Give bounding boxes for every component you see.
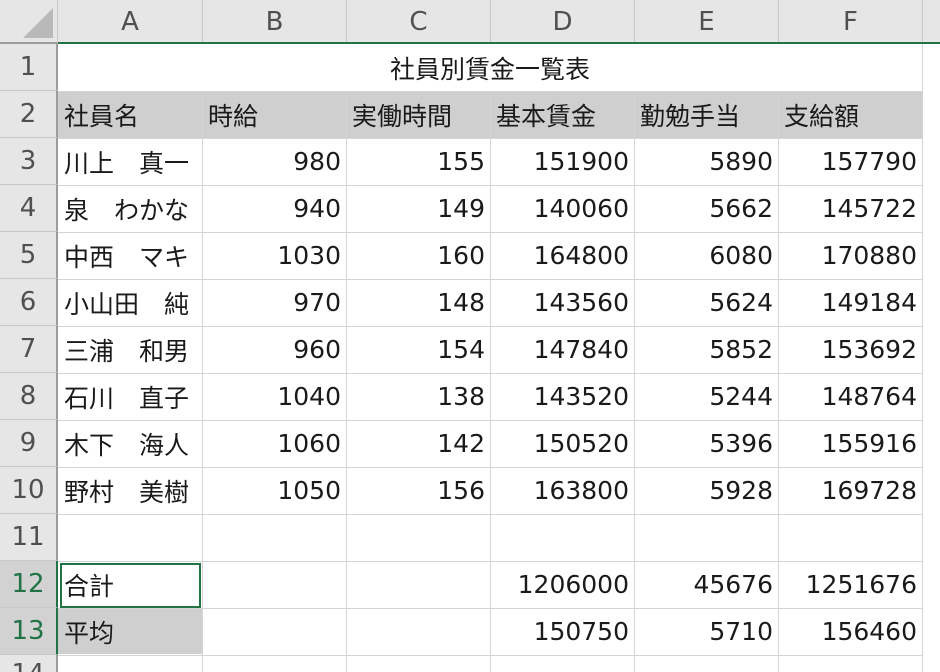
cell-hours[interactable]: 149	[346, 185, 490, 232]
cell-wage[interactable]: 980	[202, 138, 346, 185]
row-header-13[interactable]: 13	[0, 608, 58, 655]
cell-hours[interactable]: 138	[346, 373, 490, 420]
row-header-12[interactable]: 12	[0, 561, 58, 608]
column-header-b[interactable]: B	[203, 0, 347, 44]
cell-base-wage[interactable]: 143560	[490, 279, 634, 326]
cell-bonus[interactable]: 5624	[634, 279, 778, 326]
cell-hours[interactable]: 148	[346, 279, 490, 326]
cell-base-wage[interactable]: 147840	[490, 326, 634, 373]
column-header-e[interactable]: E	[635, 0, 779, 44]
column-header-g[interactable]	[923, 0, 940, 44]
cell-hours[interactable]: 160	[346, 232, 490, 279]
cell-bonus[interactable]: 6080	[634, 232, 778, 279]
cell-bonus[interactable]: 5244	[634, 373, 778, 420]
row-header-8[interactable]: 8	[0, 373, 58, 420]
cell-name[interactable]: 三浦 和男	[58, 326, 202, 373]
row-header-14[interactable]: 14	[0, 655, 58, 672]
cell-base-wage[interactable]: 143520	[490, 373, 634, 420]
cell-hours[interactable]: 154	[346, 326, 490, 373]
cell-bonus[interactable]: 5662	[634, 185, 778, 232]
row-header-4[interactable]: 4	[0, 185, 58, 232]
cell-pay[interactable]: 170880	[778, 232, 922, 279]
cell-wage[interactable]: 970	[202, 279, 346, 326]
cell-bonus[interactable]: 5396	[634, 420, 778, 467]
average-pay[interactable]: 156460	[778, 608, 922, 655]
cell-name[interactable]: 木下 海人	[58, 420, 202, 467]
cell-base-wage[interactable]: 150520	[490, 420, 634, 467]
cell-wage[interactable]: 960	[202, 326, 346, 373]
total-bonus[interactable]: 45676	[634, 561, 778, 608]
row-header-1[interactable]: 1	[0, 44, 58, 91]
cell-name[interactable]: 中西 マキ	[58, 232, 202, 279]
cell-pay[interactable]: 149184	[778, 279, 922, 326]
gridline	[922, 44, 923, 672]
cell-name[interactable]: 泉 わかな	[58, 185, 202, 232]
row-header-9[interactable]: 9	[0, 420, 58, 467]
cell-name[interactable]: 川上 真一	[58, 138, 202, 185]
header-pay[interactable]: 支給額	[778, 91, 922, 138]
cell-name[interactable]: 野村 美樹	[58, 467, 202, 514]
row-header-7[interactable]: 7	[0, 326, 58, 373]
select-all-button[interactable]	[0, 0, 58, 44]
cell-wage[interactable]: 1030	[202, 232, 346, 279]
cell-base-wage[interactable]: 151900	[490, 138, 634, 185]
cell-base-wage[interactable]: 140060	[490, 185, 634, 232]
row-header-6[interactable]: 6	[0, 279, 58, 326]
cell-wage[interactable]: 940	[202, 185, 346, 232]
cell-wage[interactable]: 1050	[202, 467, 346, 514]
cell-name[interactable]: 石川 直子	[58, 373, 202, 420]
average-bonus[interactable]: 5710	[634, 608, 778, 655]
cell-base-wage[interactable]: 163800	[490, 467, 634, 514]
header-bonus[interactable]: 勤勉手当	[634, 91, 778, 138]
spreadsheet: A B C D E F 1 2 3 4 5 6 7 8 9 10 11 12 1…	[0, 0, 940, 672]
row-header-2[interactable]: 2	[0, 91, 58, 138]
header-wage[interactable]: 時給	[202, 91, 346, 138]
column-header-f[interactable]: F	[779, 0, 923, 44]
column-header-a[interactable]: A	[58, 0, 203, 44]
cell-pay[interactable]: 145722	[778, 185, 922, 232]
cell-bonus[interactable]: 5852	[634, 326, 778, 373]
column-header-d[interactable]: D	[491, 0, 635, 44]
select-all-triangle-icon	[23, 8, 53, 38]
total-pay[interactable]: 1251676	[778, 561, 922, 608]
average-base-wage[interactable]: 150750	[490, 608, 634, 655]
cell-pay[interactable]: 153692	[778, 326, 922, 373]
cell-wage[interactable]: 1040	[202, 373, 346, 420]
sheet-title[interactable]: 社員別賃金一覧表	[58, 44, 922, 91]
cell-base-wage[interactable]: 164800	[490, 232, 634, 279]
cell-bonus[interactable]: 5928	[634, 467, 778, 514]
cell-hours[interactable]: 156	[346, 467, 490, 514]
row-header-5[interactable]: 5	[0, 232, 58, 279]
average-label[interactable]: 平均	[58, 608, 202, 655]
column-header-c[interactable]: C	[347, 0, 491, 44]
cell-pay[interactable]: 169728	[778, 467, 922, 514]
header-base-wage[interactable]: 基本賃金	[490, 91, 634, 138]
cell-wage[interactable]: 1060	[202, 420, 346, 467]
cell-name[interactable]: 小山田 純	[58, 279, 202, 326]
cell-bonus[interactable]: 5890	[634, 138, 778, 185]
cell-hours[interactable]: 142	[346, 420, 490, 467]
cell-hours[interactable]: 155	[346, 138, 490, 185]
row-header-11[interactable]: 11	[0, 514, 58, 561]
header-name[interactable]: 社員名	[58, 91, 202, 138]
cell-pay[interactable]: 155916	[778, 420, 922, 467]
row-header-10[interactable]: 10	[0, 467, 58, 514]
active-cell-selection[interactable]	[60, 563, 201, 608]
cell-pay[interactable]: 157790	[778, 138, 922, 185]
row-header-3[interactable]: 3	[0, 138, 58, 185]
total-base-wage[interactable]: 1206000	[490, 561, 634, 608]
header-hours[interactable]: 実働時間	[346, 91, 490, 138]
cell-pay[interactable]: 148764	[778, 373, 922, 420]
